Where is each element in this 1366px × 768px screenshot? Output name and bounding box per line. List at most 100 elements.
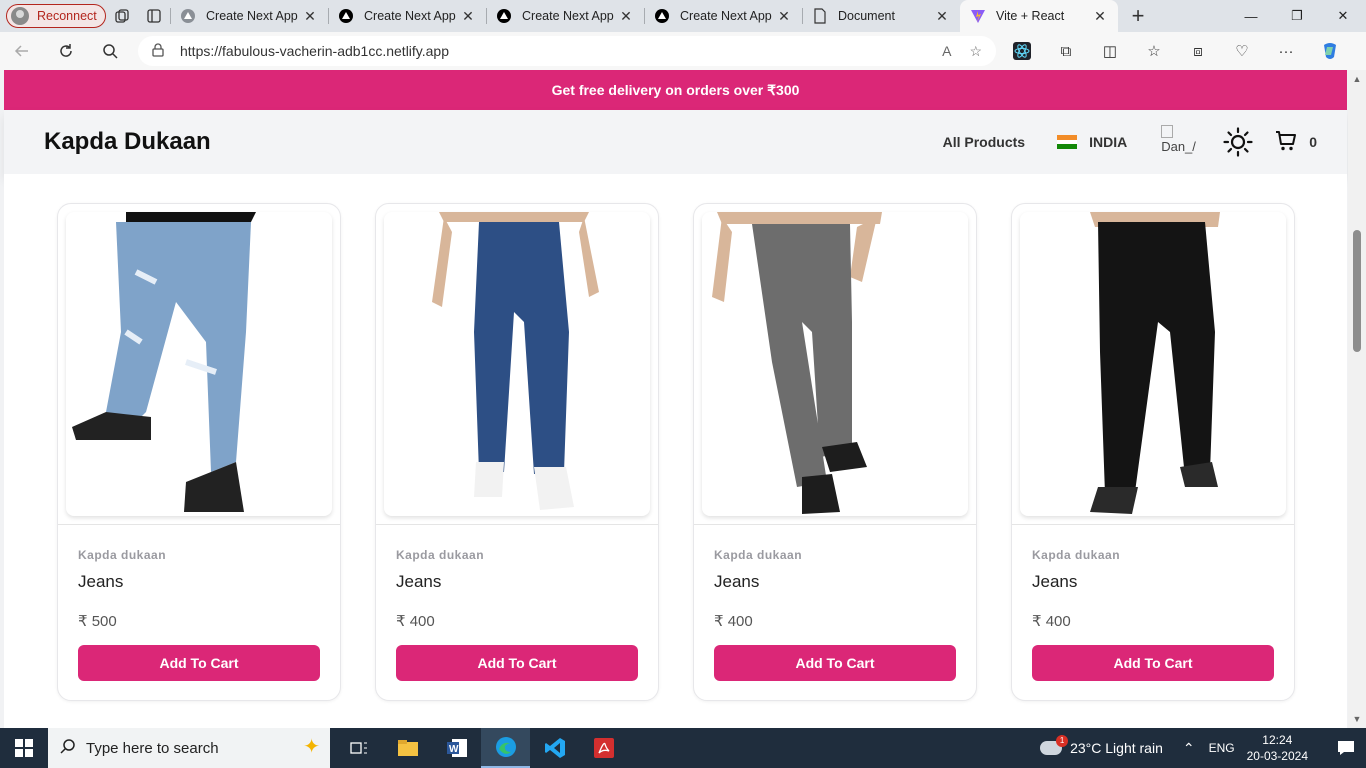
product-price: ₹ 400 — [714, 613, 753, 630]
product-image[interactable] — [702, 212, 968, 516]
browser-tab[interactable]: Create Next App ✕ — [170, 0, 328, 32]
browser-tab-strip: Reconnect Create Next App ✕ Create Next … — [0, 0, 1366, 32]
read-aloud-icon[interactable]: A — [942, 43, 951, 60]
file-explorer-icon[interactable] — [383, 728, 432, 768]
browser-tab[interactable]: Document ✕ — [802, 0, 960, 32]
favorite-star-icon[interactable]: ☆ — [969, 43, 982, 60]
word-icon[interactable]: W — [432, 728, 481, 768]
favorites-icon[interactable]: ☆ — [1132, 32, 1176, 70]
browser-tab[interactable]: Create Next App ✕ — [486, 0, 644, 32]
react-devtools-icon[interactable] — [1000, 32, 1044, 70]
vite-icon — [970, 8, 986, 24]
browser-tab[interactable]: Create Next App ✕ — [328, 0, 486, 32]
back-arrow-icon[interactable] — [0, 32, 44, 70]
window-controls: — ❐ ✕ — [1228, 0, 1366, 32]
scrollbar-thumb[interactable] — [1353, 230, 1361, 352]
product-name[interactable]: Jeans — [78, 572, 123, 592]
search-icon[interactable] — [88, 32, 132, 70]
page-scrollbar[interactable]: ▲ ▼ — [1348, 70, 1366, 728]
weather-widget[interactable]: 23°C Light rain — [1040, 735, 1163, 756]
close-icon[interactable]: ✕ — [934, 8, 950, 25]
scroll-down-arrow-icon[interactable]: ▼ — [1352, 714, 1362, 724]
product-name[interactable]: Jeans — [714, 572, 759, 592]
vscode-icon[interactable] — [530, 728, 579, 768]
sun-icon[interactable] — [1221, 125, 1255, 159]
minimize-icon[interactable]: — — [1228, 0, 1274, 32]
product-name[interactable]: Jeans — [396, 572, 441, 592]
profile-avatar-icon — [11, 7, 29, 25]
rain-cloud-icon — [1040, 735, 1069, 755]
restore-icon[interactable]: ❐ — [1274, 0, 1320, 32]
user-avatar[interactable]: Dan_/ — [1159, 125, 1199, 159]
page-viewport: Get free delivery on orders over ₹300 Ka… — [0, 70, 1366, 728]
window-close-icon[interactable]: ✕ — [1320, 0, 1366, 32]
product-card[interactable]: Kapda dukaan Jeans ₹ 400 Add To Cart — [1011, 203, 1295, 701]
collections-icon[interactable]: ⧈ — [1176, 32, 1220, 70]
clock[interactable]: 12:24 20-03-2024 — [1247, 732, 1308, 764]
product-image[interactable] — [384, 212, 650, 516]
close-icon[interactable]: ✕ — [460, 8, 476, 25]
close-icon[interactable]: ✕ — [302, 8, 318, 25]
windows-taskbar: Type here to search ✦ W 23°C Light rain … — [0, 728, 1366, 768]
windows-start-icon[interactable] — [0, 728, 48, 768]
country-selector[interactable]: INDIA — [1057, 134, 1127, 150]
copilot-icon[interactable] — [1308, 32, 1352, 70]
browser-tab-active[interactable]: Vite + React ✕ — [960, 0, 1118, 32]
browser-tab[interactable]: Create Next App ✕ — [644, 0, 802, 32]
product-card[interactable]: Kapda dukaan Jeans ₹ 400 Add To Cart — [693, 203, 977, 701]
extensions-puzzle-icon[interactable]: ⧉ — [1044, 32, 1088, 70]
add-to-cart-button[interactable]: Add To Cart — [396, 645, 638, 681]
add-to-cart-button[interactable]: Add To Cart — [714, 645, 956, 681]
tab-title: Create Next App — [364, 9, 456, 23]
product-price: ₹ 400 — [1032, 613, 1071, 630]
brand-logo[interactable]: Kapda Dukaan — [44, 128, 211, 156]
reconnect-profile-button[interactable]: Reconnect — [6, 4, 106, 28]
product-card[interactable]: Kapda dukaan Jeans ₹ 500 Add To Cart — [57, 203, 341, 701]
chevron-up-icon[interactable]: ⌃ — [1183, 740, 1195, 757]
more-menu-icon[interactable]: ··· — [1264, 32, 1308, 70]
close-icon[interactable]: ✕ — [618, 8, 634, 25]
tab-actions-icon[interactable] — [138, 0, 170, 32]
triangle-icon — [180, 8, 196, 24]
notification-icon[interactable] — [1326, 728, 1366, 768]
cart-button[interactable]: 0 — [1275, 130, 1317, 155]
country-label: INDIA — [1089, 134, 1128, 150]
taskbar-search-box[interactable]: Type here to search ✦ — [48, 728, 330, 768]
product-name[interactable]: Jeans — [1032, 572, 1077, 592]
reconnect-label: Reconnect — [37, 9, 97, 23]
nextjs-icon — [496, 8, 512, 24]
product-image[interactable] — [1020, 212, 1286, 516]
product-grid: Kapda dukaan Jeans ₹ 500 Add To Cart Kap… — [4, 174, 1347, 728]
task-view-icon[interactable] — [334, 728, 383, 768]
add-to-cart-button[interactable]: Add To Cart — [78, 645, 320, 681]
all-products-link[interactable]: All Products — [943, 134, 1025, 150]
performance-icon[interactable]: ♡ — [1220, 32, 1264, 70]
new-tab-button[interactable]: + — [1118, 0, 1158, 32]
tab-title: Create Next App — [206, 9, 298, 23]
taskbar-apps: W — [334, 728, 628, 768]
lock-icon — [152, 42, 164, 60]
product-card[interactable]: Kapda dukaan Jeans ₹ 400 Add To Cart — [375, 203, 659, 701]
add-to-cart-button[interactable]: Add To Cart — [1032, 645, 1274, 681]
url-field[interactable]: https://fabulous-vacherin-adb1cc.netlify… — [138, 36, 996, 66]
svg-text:W: W — [449, 744, 459, 755]
tab-title: Create Next App — [680, 9, 772, 23]
clock-time: 12:24 — [1262, 733, 1293, 747]
workspaces-icon[interactable] — [106, 0, 138, 32]
edge-browser-icon[interactable] — [481, 728, 530, 768]
product-price: ₹ 500 — [78, 613, 117, 630]
split-screen-icon[interactable]: ◫ — [1088, 32, 1132, 70]
close-icon[interactable]: ✕ — [1092, 8, 1108, 25]
scroll-up-arrow-icon[interactable]: ▲ — [1352, 74, 1362, 84]
product-image[interactable] — [66, 212, 332, 516]
product-vendor: Kapda dukaan — [78, 548, 167, 562]
language-indicator[interactable]: ENG — [1209, 741, 1235, 755]
close-icon[interactable]: ✕ — [776, 8, 792, 25]
extensions-toolbar: ⧉ ◫ ☆ ⧈ ♡ ··· — [1000, 32, 1352, 70]
card-divider — [694, 524, 976, 525]
clock-date: 20-03-2024 — [1246, 749, 1308, 763]
url-text: https://fabulous-vacherin-adb1cc.netlify… — [180, 43, 450, 59]
acrobat-icon[interactable] — [579, 728, 628, 768]
document-icon — [812, 8, 828, 24]
refresh-icon[interactable] — [44, 32, 88, 70]
